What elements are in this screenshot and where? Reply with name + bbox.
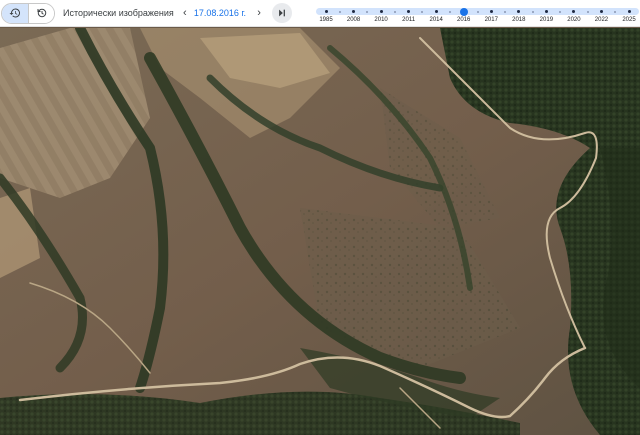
timeline-year-label: 1985 (319, 17, 333, 23)
timeline-year-marker[interactable] (324, 10, 328, 13)
history-icon (9, 8, 20, 18)
skip-to-latest-icon (279, 9, 285, 17)
timeline-selected-marker[interactable] (459, 7, 468, 16)
timeline-year-marker[interactable] (489, 10, 493, 13)
timeline-year-label: 2010 (374, 17, 388, 23)
timeline-year-label: 2011 (402, 17, 416, 23)
timeline-minor-marker[interactable] (586, 10, 589, 13)
timeline-minor-marker[interactable] (504, 10, 507, 13)
timeline-year-label: 2022 (594, 17, 609, 23)
satellite-map[interactable] (0, 28, 640, 435)
timeline-minor-marker[interactable] (476, 10, 479, 13)
timeline-year-marker[interactable] (434, 10, 438, 13)
timeline-year-marker[interactable] (627, 10, 631, 13)
skip-to-latest-button[interactable] (272, 3, 293, 23)
timeline-year-label: 2025 (622, 17, 636, 23)
timeline-year-marker[interactable] (544, 10, 548, 13)
timeline-year-marker[interactable] (379, 10, 383, 13)
history-mode-button[interactable] (2, 3, 28, 23)
timeline-year-marker[interactable] (599, 10, 603, 13)
timeline-year-label: 2017 (484, 17, 498, 23)
timeline-year-label: 2016 (457, 17, 471, 23)
chevron-left-icon[interactable]: ‹ (178, 7, 192, 19)
current-date-label: 17.08.2016 г. (193, 8, 247, 18)
timeline-minor-marker[interactable] (448, 10, 451, 13)
timeline-year-label: 2019 (539, 17, 554, 23)
timeline-year-label: 2008 (346, 17, 361, 23)
historical-imagery-label: Исторически изображения (63, 8, 174, 18)
timeline-minor-marker[interactable] (393, 10, 396, 13)
timeline-year-label: 2020 (567, 17, 581, 23)
timeline-year-label: 2014 (429, 17, 443, 23)
chevron-right-icon[interactable]: › (252, 7, 266, 19)
timeline-minor-marker[interactable] (338, 10, 341, 13)
timeline-minor-marker[interactable] (559, 10, 562, 13)
restore-mode-button[interactable] (28, 3, 54, 23)
timeline-minor-marker[interactable] (614, 10, 617, 13)
refresh-icon (37, 8, 46, 18)
satellite-imagery[interactable] (0, 28, 640, 435)
imagery-timeline[interactable]: 1985 2008 2010 2011 2014 2016 2017 2018 2019 2020… (316, 4, 639, 26)
timeline-minor-marker[interactable] (531, 10, 534, 13)
mode-toggle-group (1, 2, 55, 24)
timeline-year-label: 2018 (512, 17, 526, 23)
